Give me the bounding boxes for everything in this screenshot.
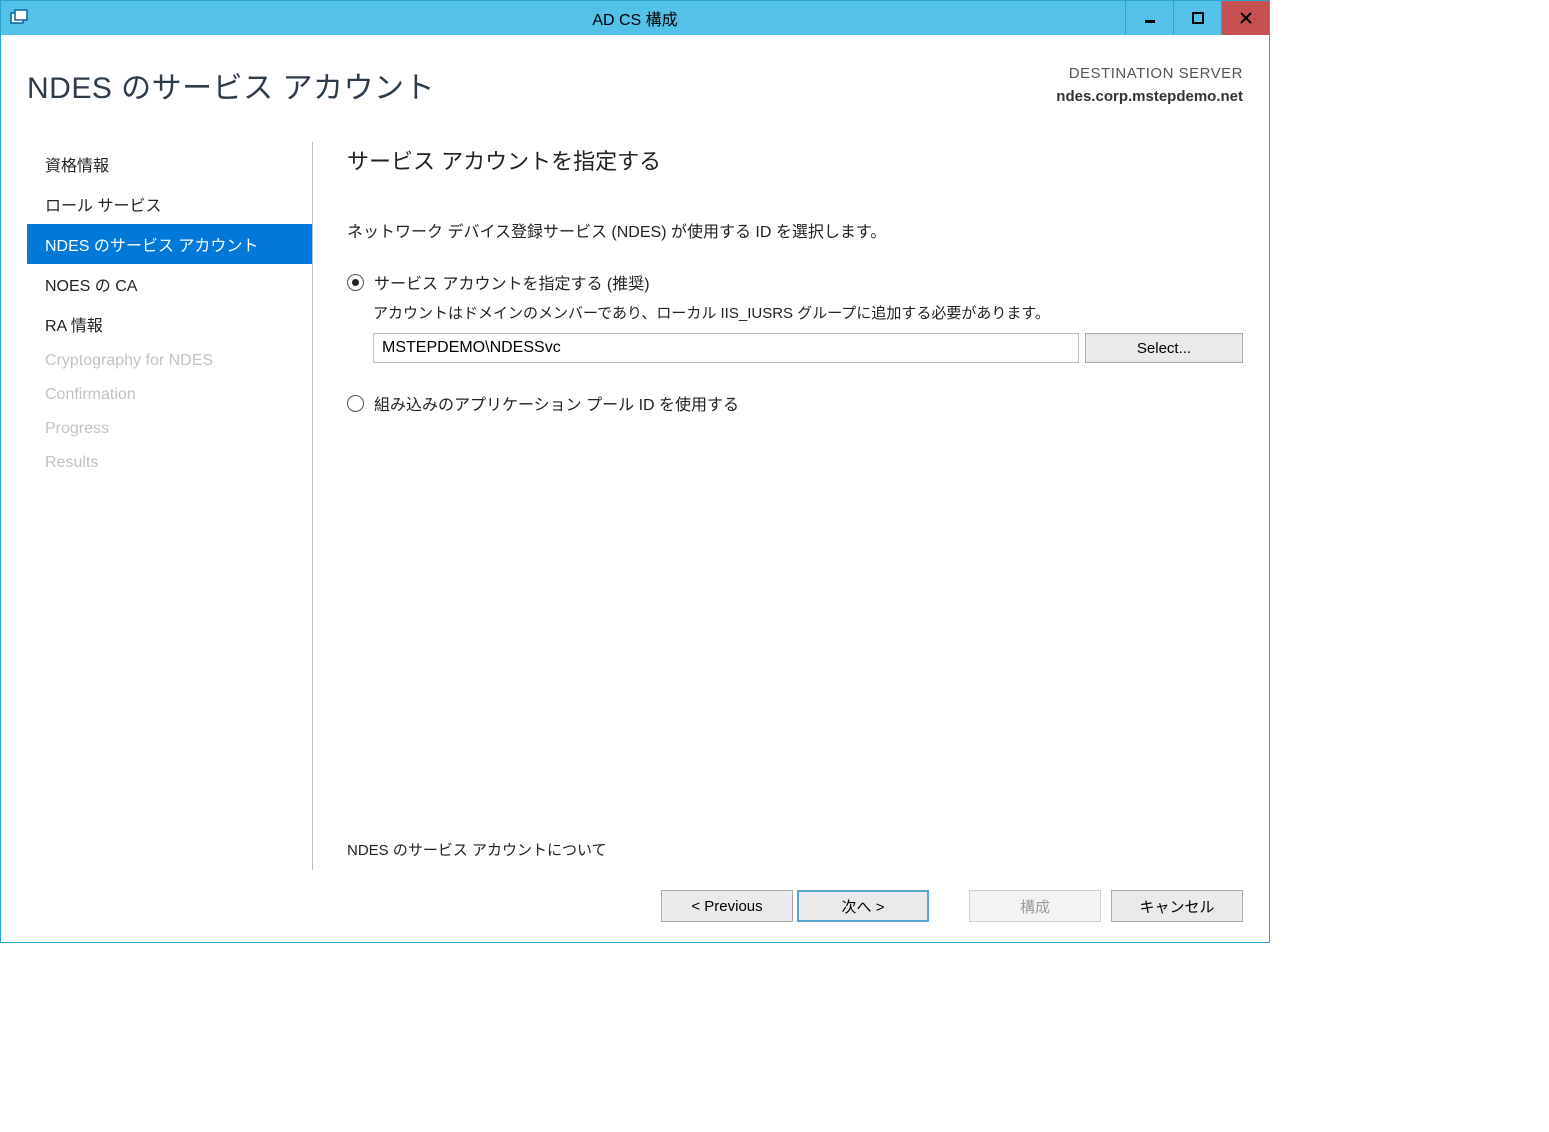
radio-label: 組み込みのアプリケーション プール ID を使用する	[374, 391, 739, 415]
info-link[interactable]: NDES のサービス アカウントについて	[347, 839, 1243, 860]
radio1-note: アカウントはドメインのメンバーであり、ローカル IIS_IUSRS グループに追…	[373, 302, 1243, 323]
window-title: AD CS 構成	[1, 6, 1269, 30]
maximize-button[interactable]	[1173, 1, 1221, 35]
destination-info: DESTINATION SERVER ndes.corp.mstepdemo.n…	[1056, 63, 1243, 108]
sidebar: 資格情報 ロール サービス NDES のサービス アカウント NOES の CA…	[27, 142, 313, 870]
nav-button-group: < Previous 次へ >	[661, 890, 929, 922]
sidebar-item-noes-ca[interactable]: NOES の CA	[27, 264, 312, 304]
minimize-button[interactable]	[1125, 1, 1173, 35]
content-area: NDES のサービス アカウント DESTINATION SERVER ndes…	[1, 35, 1269, 870]
radio-option-builtin-pool[interactable]: 組み込みのアプリケーション プール ID を使用する	[347, 391, 1243, 415]
sidebar-item-ra-info[interactable]: RA 情報	[27, 304, 312, 344]
configure-button: 構成	[969, 890, 1101, 922]
sidebar-item-ndes-service-account[interactable]: NDES のサービス アカウント	[27, 224, 312, 264]
account-input[interactable]	[373, 333, 1079, 363]
account-row: Select...	[373, 333, 1243, 363]
sidebar-item-cryptography: Cryptography for NDES	[27, 344, 312, 378]
previous-button[interactable]: < Previous	[661, 890, 793, 922]
radio-icon	[347, 395, 364, 412]
cancel-button[interactable]: キャンセル	[1111, 890, 1243, 922]
radio-option-specify-account[interactable]: サービス アカウントを指定する (推奨)	[347, 270, 1243, 294]
app-icon	[9, 8, 29, 28]
wizard-window: AD CS 構成 NDES のサービス アカウント DESTINATION SE…	[0, 0, 1270, 943]
main-panel: サービス アカウントを指定する ネットワーク デバイス登録サービス (NDES)…	[313, 142, 1243, 870]
page-title: NDES のサービス アカウント	[27, 63, 435, 107]
main-heading: サービス アカウントを指定する	[347, 144, 1243, 176]
window-controls	[1125, 1, 1269, 35]
radio-label: サービス アカウントを指定する (推奨)	[374, 270, 650, 294]
instruction-text: ネットワーク デバイス登録サービス (NDES) が使用する ID を選択します…	[347, 218, 1243, 242]
sidebar-item-confirmation: Confirmation	[27, 378, 312, 412]
middle-row: 資格情報 ロール サービス NDES のサービス アカウント NOES の CA…	[27, 142, 1243, 870]
footer: < Previous 次へ > 構成 キャンセル	[1, 870, 1269, 942]
radio-group: サービス アカウントを指定する (推奨) アカウントはドメインのメンバーであり、…	[347, 270, 1243, 423]
next-button[interactable]: 次へ >	[797, 890, 929, 922]
close-button[interactable]	[1221, 1, 1269, 35]
sidebar-item-role-services[interactable]: ロール サービス	[27, 184, 312, 224]
dest-label: DESTINATION SERVER	[1056, 63, 1243, 86]
select-account-button[interactable]: Select...	[1085, 333, 1243, 363]
sidebar-item-results: Results	[27, 446, 312, 480]
titlebar: AD CS 構成	[1, 1, 1269, 35]
radio-icon	[347, 274, 364, 291]
dest-server: ndes.corp.mstepdemo.net	[1056, 86, 1243, 109]
sidebar-item-credentials[interactable]: 資格情報	[27, 144, 312, 184]
header-row: NDES のサービス アカウント DESTINATION SERVER ndes…	[27, 35, 1243, 108]
sidebar-item-progress: Progress	[27, 412, 312, 446]
